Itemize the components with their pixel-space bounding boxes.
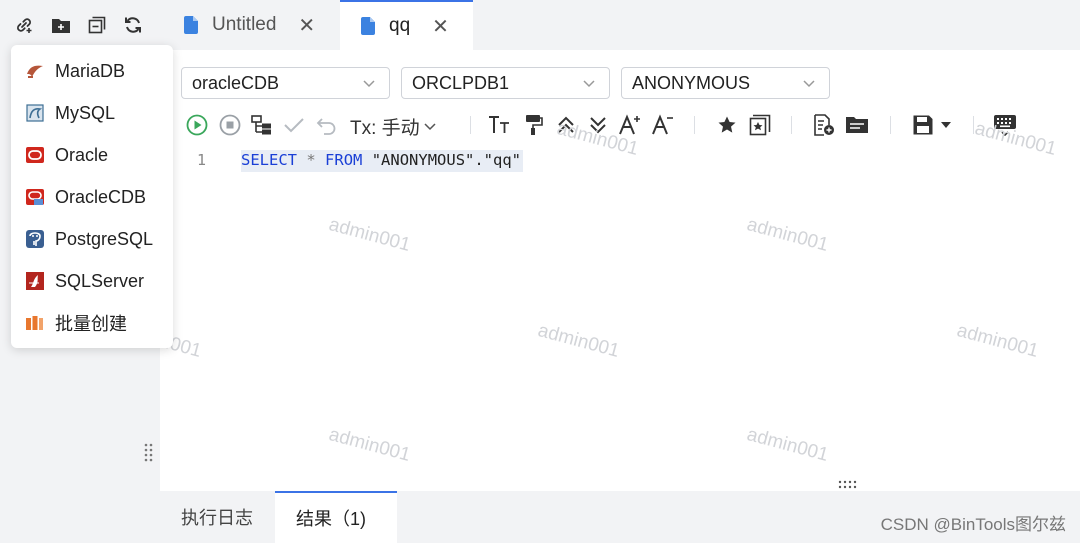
database-select[interactable]: ORCLPDB1 — [401, 67, 610, 99]
new-connection-link-icon[interactable] — [13, 14, 35, 36]
toolbar-separator — [791, 116, 792, 134]
menu-item-mariadb[interactable]: MariaDB — [11, 50, 173, 92]
oraclecdb-icon — [25, 187, 45, 207]
favorites-list-icon[interactable] — [747, 111, 773, 139]
toolbar-separator — [890, 116, 891, 134]
tab-untitled[interactable]: Untitled ✕ — [184, 0, 315, 50]
code-star: * — [306, 151, 316, 169]
mariadb-icon — [25, 61, 45, 81]
results-resize-handle[interactable] — [838, 477, 858, 489]
caret-down-icon — [941, 122, 951, 128]
editor-tab-bar: Untitled ✕ qq ✕ — [160, 0, 1080, 50]
tab-execution-log[interactable]: 执行日志 — [181, 491, 253, 543]
left-toolbar — [0, 0, 160, 50]
transaction-mode-dropdown[interactable]: Tx: 手动 — [350, 113, 436, 140]
favorite-star-icon[interactable] — [714, 111, 740, 139]
save-icon — [913, 115, 933, 135]
sqlserver-icon — [25, 271, 45, 291]
chevron-down-icon — [363, 80, 375, 88]
chevron-down-icon — [424, 122, 436, 130]
font-decrease-icon[interactable] — [650, 111, 676, 139]
code-keyword-select: SELECT — [241, 151, 297, 169]
sql-editor[interactable] — [160, 150, 1080, 491]
save-dropdown[interactable] — [909, 111, 955, 139]
credit-watermark: CSDN @BinTools图尔兹 — [880, 515, 1066, 534]
chevron-down-icon — [583, 80, 595, 88]
schema-select[interactable]: ANONYMOUS — [621, 67, 830, 99]
close-tab-qq-icon[interactable]: ✕ — [432, 14, 449, 39]
open-script-folder-icon[interactable] — [843, 111, 871, 139]
results-panel-tabs: 执行日志 结果（1) CSDN @BinTools图尔兹 — [160, 491, 1080, 543]
close-tab-untitled-icon[interactable]: ✕ — [298, 13, 315, 38]
chevron-down-icon — [803, 80, 815, 88]
oracle-icon — [25, 145, 45, 165]
run-icon[interactable] — [184, 111, 210, 139]
panel-resize-handle[interactable] — [144, 443, 154, 463]
document-icon — [184, 16, 198, 34]
tab-qq[interactable]: qq ✕ — [340, 0, 473, 50]
mysql-icon — [25, 103, 45, 123]
rollback-icon[interactable] — [314, 111, 340, 139]
stop-icon[interactable] — [217, 111, 243, 139]
tab-results[interactable]: 结果（1) — [275, 491, 397, 543]
text-case-icon[interactable] — [486, 111, 514, 139]
connection-select[interactable]: oracleCDB — [181, 67, 390, 99]
database-type-menu: MariaDB MySQL Oracle OracleCDB PostgreSQ… — [11, 45, 173, 348]
menu-item-postgresql[interactable]: PostgreSQL — [11, 218, 173, 260]
explain-plan-icon[interactable] — [249, 111, 275, 139]
menu-item-sqlserver[interactable]: SQLServer — [11, 260, 173, 302]
postgresql-icon — [25, 229, 45, 249]
menu-item-mysql[interactable]: MySQL — [11, 92, 173, 134]
menu-item-batch-create[interactable]: 批量创建 — [11, 302, 173, 344]
code-table-name: "ANONYMOUS"."qq" — [371, 151, 522, 169]
menu-item-oraclecdb[interactable]: OracleCDB — [11, 176, 173, 218]
batch-create-icon — [25, 313, 45, 333]
code-keyword-from: FROM — [325, 151, 363, 169]
commit-check-icon[interactable] — [282, 111, 306, 139]
format-painter-icon[interactable] — [520, 111, 546, 139]
toolbar-separator — [694, 116, 695, 134]
code-line[interactable]: SELECT * FROM "ANONYMOUS"."qq" — [241, 150, 524, 172]
new-folder-icon[interactable] — [50, 14, 72, 36]
refresh-icon[interactable] — [122, 14, 144, 36]
document-icon — [361, 17, 375, 35]
collapse-all-icon[interactable] — [86, 14, 108, 36]
line-number: 1 — [197, 151, 207, 169]
toolbar-separator — [470, 116, 471, 134]
new-script-icon[interactable] — [811, 111, 837, 139]
menu-item-oracle[interactable]: Oracle — [11, 134, 173, 176]
